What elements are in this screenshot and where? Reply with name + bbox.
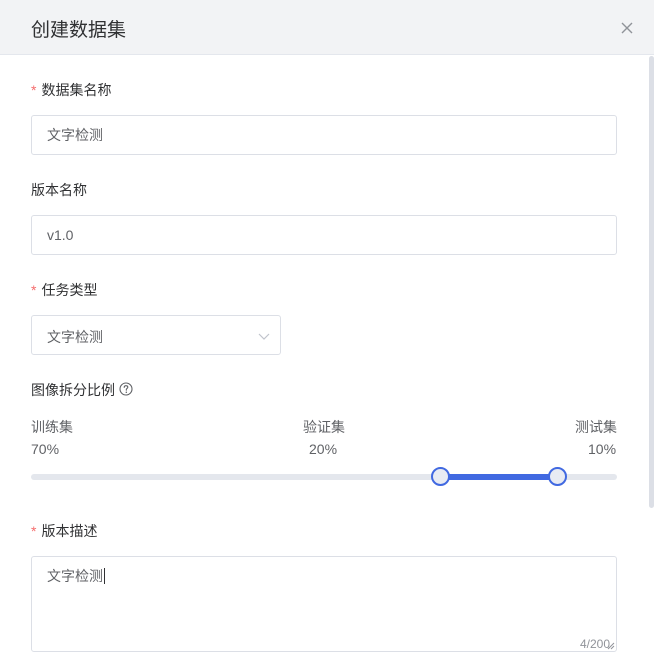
- required-mark: *: [31, 282, 37, 298]
- task-type-value: 文字检测: [47, 329, 103, 345]
- train-percent: 70%: [31, 441, 60, 457]
- dialog-header: 创建数据集: [0, 0, 654, 55]
- create-dataset-dialog: 创建数据集 *数据集名称 版本名称 *任务类型 文字检测 图像拆分比例 训练集 …: [0, 0, 654, 667]
- task-type-label-text: 任务类型: [41, 282, 98, 298]
- dataset-name-label-text: 数据集名称: [41, 82, 112, 98]
- version-desc-label: * 版本描述: [31, 521, 97, 541]
- validation-set-label: 验证集: [303, 419, 345, 435]
- train-set-label: 训练集: [31, 419, 73, 435]
- version-name-label: 版本名称: [31, 182, 87, 198]
- slider-handle-high[interactable]: [548, 467, 567, 486]
- test-set-label: 测试集: [575, 419, 617, 435]
- version-desc-label-text: 版本描述: [41, 523, 98, 539]
- resize-handle-icon[interactable]: [607, 642, 615, 650]
- required-mark: *: [31, 523, 37, 539]
- split-ratio-label: 图像拆分比例: [31, 382, 115, 398]
- slider-handle-low[interactable]: [431, 467, 450, 486]
- dataset-name-input[interactable]: [31, 115, 617, 155]
- dialog-title: 创建数据集: [31, 20, 127, 41]
- dataset-name-label: * 数据集名称: [31, 80, 111, 100]
- split-slider-fill: [441, 474, 558, 480]
- validation-percent: 20%: [309, 441, 338, 457]
- chevron-down-icon: [258, 333, 270, 340]
- question-circle-icon[interactable]: [119, 382, 133, 396]
- version-name-input[interactable]: [31, 215, 617, 255]
- task-type-select[interactable]: 文字检测: [31, 315, 281, 355]
- version-desc-text: 文字检测: [47, 566, 105, 586]
- char-counter: 4/200: [579, 637, 610, 651]
- test-percent: 10%: [588, 441, 617, 457]
- task-type-label: * 任务类型: [31, 280, 97, 300]
- close-icon[interactable]: [617, 18, 637, 38]
- scrollbar[interactable]: [649, 56, 654, 508]
- version-desc-value: 文字检测: [47, 568, 103, 584]
- required-mark: *: [31, 82, 37, 98]
- text-caret: [104, 568, 105, 584]
- version-desc-textarea[interactable]: 文字检测 4/200: [31, 556, 617, 652]
